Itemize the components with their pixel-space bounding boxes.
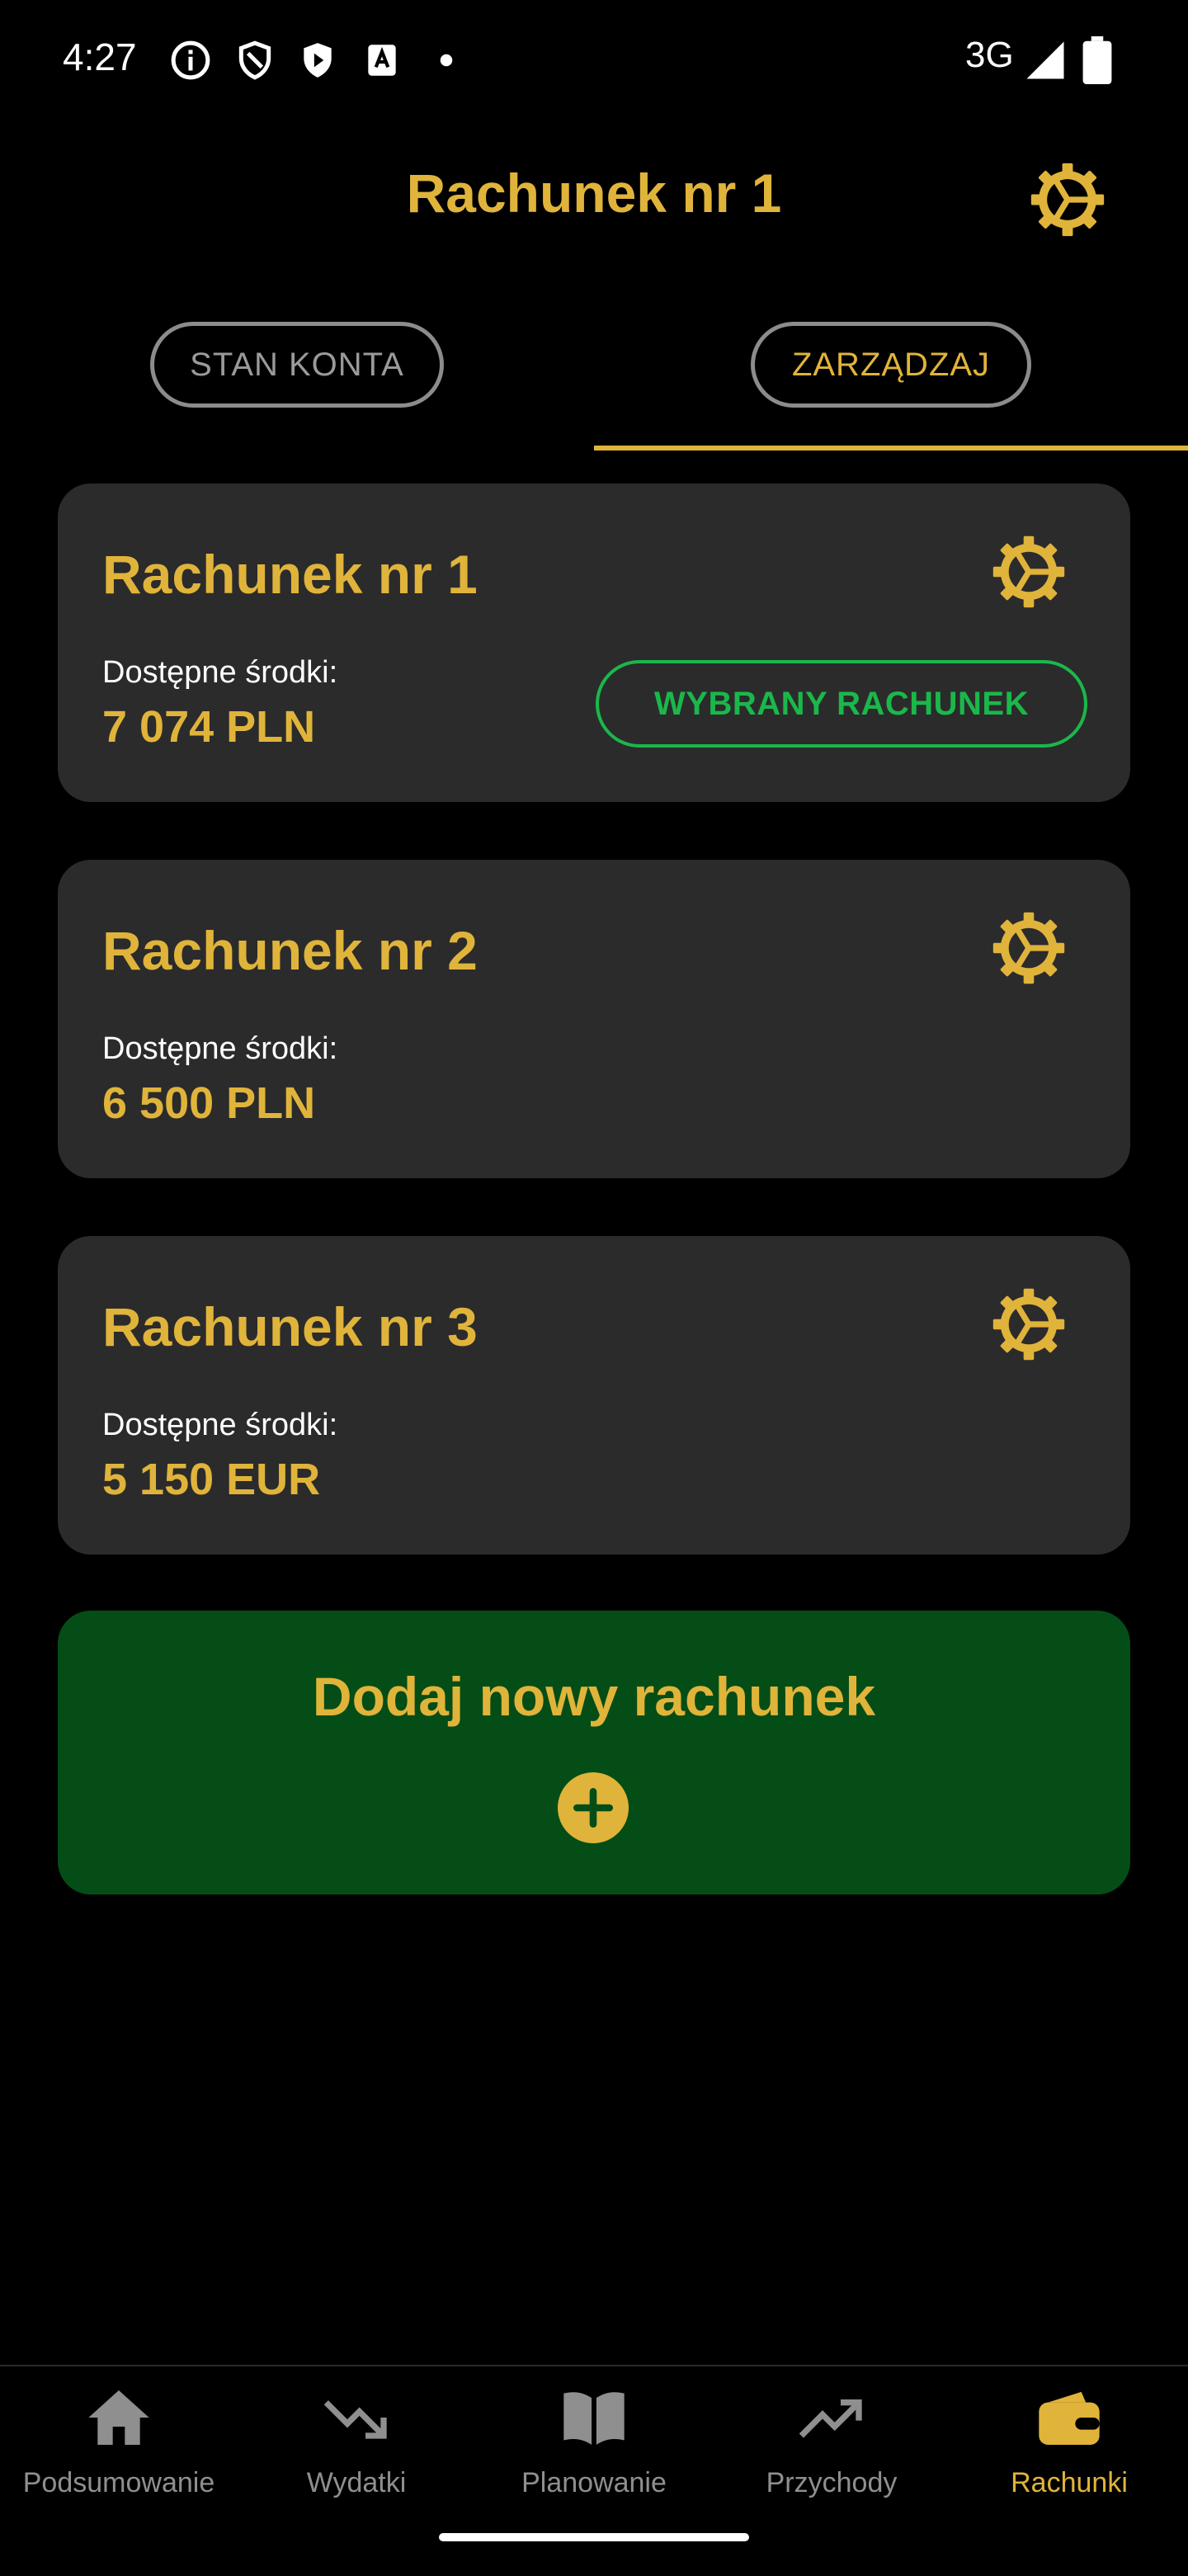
book-icon [563,2392,625,2445]
gear-icon[interactable] [992,1287,1066,1361]
trending-up-icon [799,2399,862,2438]
active-tab-indicator [594,446,1188,451]
account-name: Rachunek nr 1 [102,544,478,605]
trending-down-icon [323,2400,387,2439]
nav-label: Przychody [766,2467,898,2498]
account-name: Rachunek nr 2 [102,920,478,981]
nav-label: Rachunki [1011,2467,1128,2498]
gear-icon[interactable] [992,911,1066,985]
gear-icon[interactable] [992,535,1066,609]
battery-icon [1082,36,1112,84]
bottom-navigation: Podsumowanie Wydatki Planowanie Przychod… [0,2365,1188,2576]
nav-item-wydatki[interactable]: Wydatki [238,2366,475,2531]
wallet-icon [1039,2391,1100,2445]
network-type: 3G [965,35,1014,75]
nav-item-planowanie[interactable]: Planowanie [475,2366,713,2531]
available-funds-label: Dostępne środki: [102,1408,338,1442]
info-icon [171,40,210,80]
available-funds-amount: 6 500 PLN [102,1078,316,1128]
nav-label: Podsumowanie [22,2467,215,2498]
available-funds-label: Dostępne środki: [102,655,338,690]
tab-stan-konta[interactable]: STAN KONTA [150,322,444,408]
dot-icon [440,54,453,67]
signal-icon [1026,41,1064,79]
home-icon [88,2390,149,2445]
account-card[interactable]: Rachunek nr 1 Dostępne środki: 7 074 PLN… [58,484,1130,802]
account-name: Rachunek nr 3 [102,1296,478,1357]
available-funds-amount: 5 150 EUR [102,1455,321,1504]
home-indicator[interactable] [439,2533,749,2541]
nav-label: Wydatki [306,2467,407,2498]
page-title: Rachunek nr 1 [406,163,782,224]
font-icon [368,45,396,76]
nav-item-rachunki[interactable]: Rachunki [950,2366,1188,2531]
nav-item-podsumowanie[interactable]: Podsumowanie [0,2366,238,2531]
shield-icon [238,40,271,80]
play-shield-icon [304,43,332,78]
available-funds-amount: 7 074 PLN [102,702,316,752]
nav-item-przychody[interactable]: Przychody [713,2366,950,2531]
add-account-label: Dodaj nowy rachunek [312,1666,876,1727]
plus-circle-icon [558,1772,629,1843]
available-funds-label: Dostępne środki: [102,1031,338,1066]
status-time: 4:27 [63,35,137,78]
gear-icon[interactable] [1030,162,1106,238]
add-account-button[interactable]: Dodaj nowy rachunek [58,1611,1130,1894]
nav-label: Planowanie [521,2467,667,2498]
selected-account-badge: WYBRANY RACHUNEK [596,660,1087,748]
tab-zarzadzaj[interactable]: ZARZĄDZAJ [751,322,1031,408]
status-bar: 4:27 3G [0,0,1188,116]
account-card[interactable]: Rachunek nr 2 Dostępne środki: 6 500 PLN [58,860,1130,1178]
account-card[interactable]: Rachunek nr 3 Dostępne środki: 5 150 EUR [58,1236,1130,1555]
